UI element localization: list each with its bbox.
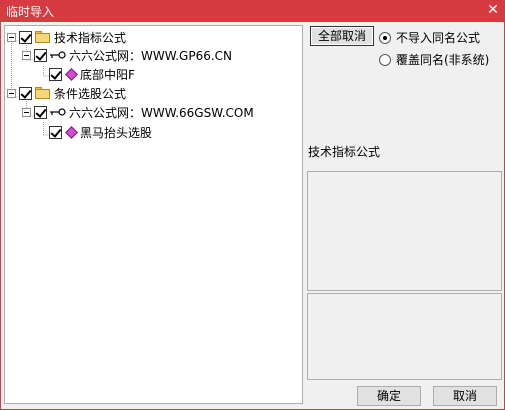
radio-button[interactable]: [379, 53, 391, 66]
tree-node-label: 底部中阳F: [80, 67, 135, 82]
formula-description-box: [307, 293, 502, 380]
checkbox[interactable]: [49, 67, 62, 81]
collapse-icon[interactable]: [22, 107, 31, 117]
key-icon: [50, 51, 66, 59]
key-icon: [50, 108, 66, 116]
tree-node-label: 技术指标公式: [54, 30, 127, 45]
checkbox[interactable]: [19, 30, 32, 44]
cancel-all-button[interactable]: 全部取消: [310, 26, 374, 46]
tree-node-label: 六六公式网：WWW.66GSW.COM: [69, 105, 254, 120]
tree-node-label: 条件选股公式: [54, 86, 127, 101]
ok-button[interactable]: 确定: [357, 386, 421, 406]
cancel-button[interactable]: 取消: [433, 386, 497, 406]
radio-label: 不导入同名公式: [396, 31, 481, 45]
radio-label: 覆盖同名(非系统): [396, 53, 490, 67]
tree-node-formula[interactable]: 黑马抬头选股: [49, 124, 152, 140]
formula-gem-icon: [65, 125, 78, 139]
radio-no-import[interactable]: 不导入同名公式: [379, 29, 480, 46]
formula-info-box: [307, 171, 502, 291]
checkbox[interactable]: [49, 125, 62, 139]
tree-node-66gsw[interactable]: 六六公式网：WWW.66GSW.COM: [22, 104, 254, 120]
tree-node-label: 黑马抬头选股: [80, 125, 153, 140]
checkbox[interactable]: [34, 105, 47, 119]
tree-node-selection-formulas[interactable]: 条件选股公式: [7, 85, 126, 101]
radio-button[interactable]: [379, 31, 391, 44]
tree-node-formula[interactable]: 底部中阳F: [49, 66, 135, 82]
folder-icon: [35, 31, 50, 43]
tree-node-label: 六六公式网：WWW.GP66.CN: [69, 48, 233, 63]
close-icon[interactable]: ✕: [485, 1, 501, 19]
collapse-icon[interactable]: [22, 50, 31, 60]
title-bar: 临时导入 ✕: [0, 0, 505, 22]
tree-node-gp66[interactable]: 六六公式网：WWW.GP66.CN: [22, 47, 232, 63]
dialog-body: 技术指标公式 六六公式网：WWW.GP66.CN 底部中阳F 条件选股公式 六六…: [0, 22, 505, 410]
tree-connector-lines: [11, 40, 53, 136]
window-title: 临时导入: [6, 5, 55, 19]
tree-node-tech-formulas[interactable]: 技术指标公式: [7, 29, 126, 45]
folder-icon: [35, 87, 50, 99]
formula-gem-icon: [65, 67, 78, 81]
collapse-icon[interactable]: [7, 88, 16, 98]
formula-tree[interactable]: 技术指标公式 六六公式网：WWW.GP66.CN 底部中阳F 条件选股公式 六六…: [4, 25, 303, 404]
radio-overwrite[interactable]: 覆盖同名(非系统): [379, 51, 489, 68]
checkbox[interactable]: [34, 48, 47, 62]
collapse-icon[interactable]: [7, 32, 16, 42]
checkbox[interactable]: [19, 86, 32, 100]
category-label: 技术指标公式: [308, 145, 381, 159]
